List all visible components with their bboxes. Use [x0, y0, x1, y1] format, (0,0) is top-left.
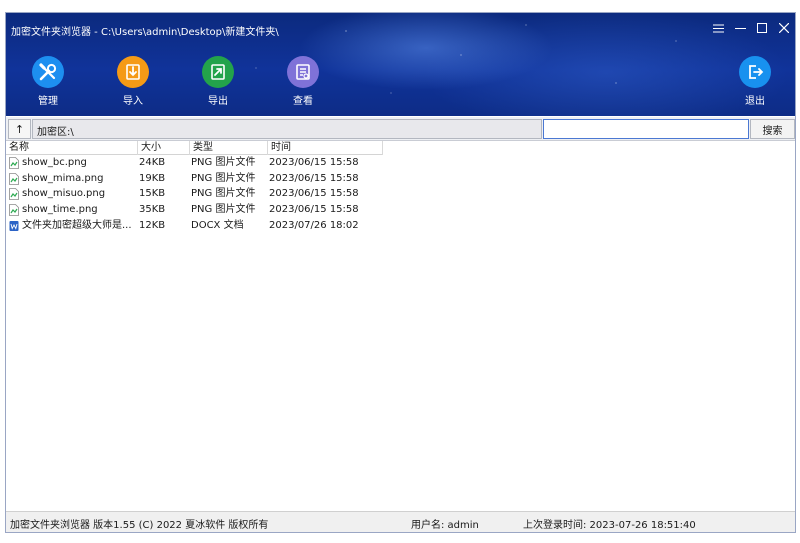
table-row[interactable]: 文件夹加密超级大师是... 12KB DOCX 文档 2023/07/26 18…	[6, 218, 383, 234]
import-label: 导入	[123, 96, 143, 107]
file-size: 12KB	[139, 219, 166, 231]
minimize-icon	[734, 27, 746, 29]
exit-icon	[749, 65, 764, 79]
export-label: 导出	[208, 96, 228, 107]
close-button[interactable]	[777, 21, 791, 35]
table-row[interactable]: show_mima.png 19KB PNG 图片文件 2023/06/15 1…	[6, 171, 383, 187]
status-bar: 加密文件夹浏览器 版本1.55 (C) 2022 夏冰软件 版权所有 用户名: …	[6, 511, 795, 532]
file-type: PNG 图片文件	[191, 172, 256, 184]
file-time: 2023/06/15 15:58	[269, 188, 359, 200]
table-row[interactable]: show_misuo.png 15KB PNG 图片文件 2023/06/15 …	[6, 186, 383, 202]
import-button[interactable]: 导入	[108, 56, 158, 107]
last-login-status: 上次登录时间: 2023-07-26 18:51:40	[523, 520, 696, 531]
file-name: show_bc.png	[22, 157, 87, 168]
manage-label: 管理	[38, 96, 58, 107]
file-size: 24KB	[139, 157, 166, 168]
maximize-button[interactable]	[755, 21, 769, 35]
file-type: PNG 图片文件	[191, 157, 256, 168]
file-type: PNG 图片文件	[191, 188, 256, 200]
file-size: 35KB	[139, 204, 166, 216]
file-name: show_misuo.png	[22, 188, 106, 200]
file-time: 2023/06/15 15:58	[269, 157, 359, 168]
username-status: 用户名: admin	[411, 520, 479, 531]
png-file-icon	[9, 204, 19, 216]
up-folder-button[interactable]: ↑	[8, 119, 31, 139]
maximize-icon	[757, 23, 767, 33]
file-name: 文件夹加密超级大师是...	[22, 219, 132, 231]
file-list[interactable]: 名称 大小 类型 时间 show_bc.png 24KB PNG 图片文件 20…	[6, 141, 795, 511]
export-icon	[211, 64, 225, 80]
column-header-time[interactable]: 时间	[268, 141, 383, 155]
file-type: DOCX 文档	[191, 219, 244, 231]
column-header-size[interactable]: 大小	[138, 141, 190, 155]
view-button[interactable]: 查看	[278, 56, 328, 107]
png-file-icon	[9, 157, 19, 169]
table-row[interactable]: show_time.png 35KB PNG 图片文件 2023/06/15 1…	[6, 202, 383, 218]
file-time: 2023/06/15 15:58	[269, 172, 359, 184]
path-field[interactable]: 加密区:\	[32, 119, 542, 139]
png-file-icon	[9, 188, 19, 201]
file-name: show_time.png	[22, 204, 98, 216]
window-controls	[711, 21, 791, 35]
window-title: 加密文件夹浏览器 - C:\Users\admin\Desktop\新建文件夹\	[11, 27, 279, 38]
hamburger-menu-icon	[712, 24, 724, 32]
tools-icon	[39, 63, 57, 81]
file-name: show_mima.png	[22, 172, 104, 184]
menu-button[interactable]	[711, 21, 725, 35]
view-document-icon	[296, 64, 310, 80]
table-row[interactable]: show_bc.png 24KB PNG 图片文件 2023/06/15 15:…	[6, 155, 383, 171]
file-type: PNG 图片文件	[191, 204, 256, 216]
search-button[interactable]: 搜索	[750, 119, 795, 139]
address-bar: ↑ 加密区:\ 搜索	[6, 117, 795, 141]
app-window: 加密文件夹浏览器 - C:\Users\admin\Desktop\新建文件夹\	[5, 12, 796, 533]
exit-label: 退出	[745, 96, 765, 107]
close-icon	[779, 23, 789, 33]
export-button[interactable]: 导出	[193, 56, 243, 107]
column-header-type[interactable]: 类型	[190, 141, 268, 155]
view-label: 查看	[293, 96, 313, 107]
file-time: 2023/06/15 15:58	[269, 204, 359, 216]
file-list-header: 名称 大小 类型 时间	[6, 141, 383, 155]
header-banner: 加密文件夹浏览器 - C:\Users\admin\Desktop\新建文件夹\	[6, 13, 795, 116]
search-input[interactable]	[543, 119, 749, 139]
png-file-icon	[9, 172, 19, 185]
minimize-button[interactable]	[733, 21, 747, 35]
manage-button[interactable]: 管理	[23, 56, 73, 107]
file-rows: show_bc.png 24KB PNG 图片文件 2023/06/15 15:…	[6, 155, 383, 233]
import-icon	[126, 64, 140, 80]
file-size: 15KB	[139, 188, 166, 200]
file-time: 2023/07/26 18:02	[269, 219, 359, 231]
exit-button[interactable]: 退出	[730, 56, 780, 107]
app-version-info: 加密文件夹浏览器 版本1.55 (C) 2022 夏冰软件 版权所有	[10, 520, 269, 531]
file-size: 19KB	[139, 172, 166, 184]
column-header-name[interactable]: 名称	[6, 141, 138, 155]
word-file-icon	[9, 220, 19, 231]
